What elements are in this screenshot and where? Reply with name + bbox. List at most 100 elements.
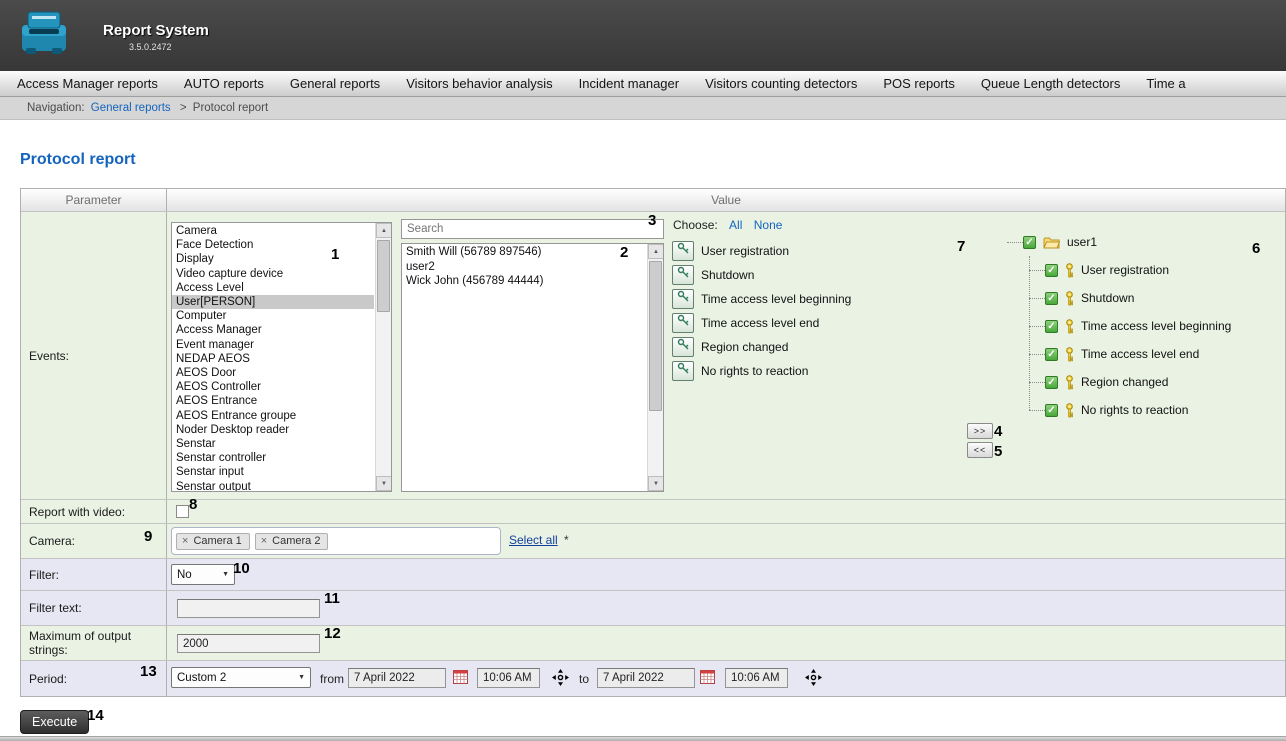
breadcrumb-link-general-reports[interactable]: General reports — [91, 102, 171, 114]
callout-14: 14 — [87, 707, 104, 724]
menu-item[interactable]: POS reports — [870, 71, 968, 96]
select-all-link[interactable]: Select all — [509, 533, 558, 547]
object-type-item[interactable]: Senstar — [172, 437, 374, 451]
header-parameter: Parameter — [21, 189, 167, 211]
scroll-up-button[interactable]: ▲ — [648, 244, 664, 259]
menu-item[interactable]: Visitors counting detectors — [692, 71, 870, 96]
add-event-button[interactable] — [672, 337, 694, 357]
tree-node-checkbox[interactable]: ✓ — [1045, 348, 1058, 361]
key-icon — [1065, 319, 1074, 334]
objects-list[interactable]: Smith Will (56789 897546) user2 Wick Joh… — [401, 243, 664, 492]
object-type-item[interactable]: Senstar output — [172, 480, 374, 492]
object-type-item[interactable]: Access Manager — [172, 323, 374, 337]
search-input[interactable] — [401, 219, 664, 239]
key-icon — [677, 242, 690, 260]
to-date-input[interactable] — [597, 668, 695, 688]
folder-icon — [1043, 236, 1060, 249]
tree-root-checkbox[interactable]: ✓ — [1023, 236, 1036, 249]
tree-node-label: No rights to reaction — [1081, 403, 1188, 417]
camera-tag-input[interactable]: × Camera 1 × Camera 2 — [171, 527, 501, 555]
object-type-item[interactable]: Video capture device — [172, 267, 374, 281]
object-item[interactable]: Smith Will (56789 897546) — [402, 245, 646, 260]
menu-item[interactable]: AUTO reports — [171, 71, 277, 96]
object-item[interactable]: user2 — [402, 260, 646, 275]
remove-tag-icon[interactable]: × — [261, 535, 267, 547]
objects-scrollbar[interactable]: ▲ ▼ — [647, 244, 663, 491]
object-type-item[interactable]: Noder Desktop reader — [172, 423, 374, 437]
to-time-input[interactable] — [725, 668, 788, 688]
choose-all-link[interactable]: All — [729, 218, 742, 232]
tree-node-checkbox[interactable]: ✓ — [1045, 404, 1058, 417]
object-types-list[interactable]: Camera Face Detection Display Video capt… — [171, 222, 392, 492]
tree-node-checkbox[interactable]: ✓ — [1045, 264, 1058, 277]
from-time-input[interactable] — [477, 668, 540, 688]
callout-1: 1 — [331, 246, 339, 263]
object-type-item[interactable]: Computer — [172, 309, 374, 323]
page-title: Protocol report — [20, 151, 136, 169]
scroll-up-button[interactable]: ▲ — [376, 223, 392, 238]
tree-node-checkbox[interactable]: ✓ — [1045, 320, 1058, 333]
row-filter-text: Filter text: — [21, 591, 1285, 626]
report-system-page: Report System 3.5.0.2472 Access Manager … — [0, 0, 1286, 741]
max-strings-input[interactable] — [177, 634, 320, 653]
from-date-input[interactable] — [348, 668, 446, 688]
remove-selected-button[interactable]: << — [967, 442, 993, 458]
app-version: 3.5.0.2472 — [129, 42, 172, 52]
report-with-video-checkbox[interactable] — [176, 505, 189, 518]
current-time-icon[interactable] — [552, 669, 569, 686]
object-type-item[interactable]: Face Detection — [172, 238, 374, 252]
menu-item[interactable]: Time a — [1133, 71, 1198, 96]
available-event-item: Time access level beginning — [672, 287, 851, 311]
max-strings-label: Maximum of output strings: — [21, 626, 167, 660]
filter-select[interactable]: No ▼ — [171, 564, 235, 585]
menu-item[interactable]: Access Manager reports — [4, 71, 171, 96]
current-time-icon[interactable] — [805, 669, 822, 686]
callout-4: 4 — [994, 423, 1002, 440]
object-types-scrollbar[interactable]: ▲ ▼ — [375, 223, 391, 491]
object-type-item[interactable]: AEOS Entrance groupe — [172, 409, 374, 423]
table-header-row: Parameter Value — [21, 189, 1285, 212]
object-type-item[interactable]: AEOS Controller — [172, 380, 374, 394]
object-type-item[interactable]: NEDAP AEOS — [172, 352, 374, 366]
report-with-video-label: Report with video: — [21, 500, 167, 523]
object-type-item[interactable]: Access Level — [172, 281, 374, 295]
object-item[interactable]: Wick John (456789 44444) — [402, 274, 646, 289]
object-type-item[interactable]: Display — [172, 252, 374, 266]
period-preset-select[interactable]: Custom 2 ▼ — [171, 667, 311, 688]
add-event-button[interactable] — [672, 361, 694, 381]
available-event-item: No rights to reaction — [672, 359, 851, 383]
camera-tag-label: Camera 1 — [193, 535, 241, 547]
object-type-item[interactable]: User[PERSON] — [172, 295, 374, 309]
available-event-label: Shutdown — [701, 268, 754, 282]
object-type-item[interactable]: AEOS Door — [172, 366, 374, 380]
scroll-thumb[interactable] — [377, 240, 390, 312]
object-type-item[interactable]: AEOS Entrance — [172, 394, 374, 408]
scroll-down-button[interactable]: ▼ — [376, 476, 392, 491]
tree-node-checkbox[interactable]: ✓ — [1045, 376, 1058, 389]
menu-item[interactable]: Visitors behavior analysis — [393, 71, 565, 96]
remove-tag-icon[interactable]: × — [182, 535, 188, 547]
add-event-button[interactable] — [672, 265, 694, 285]
scroll-down-button[interactable]: ▼ — [648, 476, 664, 491]
scroll-thumb[interactable] — [649, 261, 662, 411]
add-event-button[interactable] — [672, 289, 694, 309]
calendar-icon[interactable] — [700, 670, 715, 684]
menu-item[interactable]: Incident manager — [566, 71, 692, 96]
add-event-button[interactable] — [672, 241, 694, 261]
bottom-strip — [0, 736, 1286, 741]
execute-button[interactable]: Execute — [20, 710, 89, 734]
add-event-button[interactable] — [672, 313, 694, 333]
menu-item[interactable]: General reports — [277, 71, 393, 96]
object-type-item[interactable]: Camera — [172, 224, 374, 238]
choose-none-link[interactable]: None — [754, 218, 783, 232]
tree-node-checkbox[interactable]: ✓ — [1045, 292, 1058, 305]
add-selected-button[interactable]: >> — [967, 423, 993, 439]
available-event-item: Region changed — [672, 335, 851, 359]
callout-5: 5 — [994, 443, 1002, 460]
object-type-item[interactable]: Senstar controller — [172, 451, 374, 465]
filter-text-input[interactable] — [177, 599, 320, 618]
menu-item[interactable]: Queue Length detectors — [968, 71, 1134, 96]
object-type-item[interactable]: Senstar input — [172, 465, 374, 479]
calendar-icon[interactable] — [453, 670, 468, 684]
object-type-item[interactable]: Event manager — [172, 338, 374, 352]
